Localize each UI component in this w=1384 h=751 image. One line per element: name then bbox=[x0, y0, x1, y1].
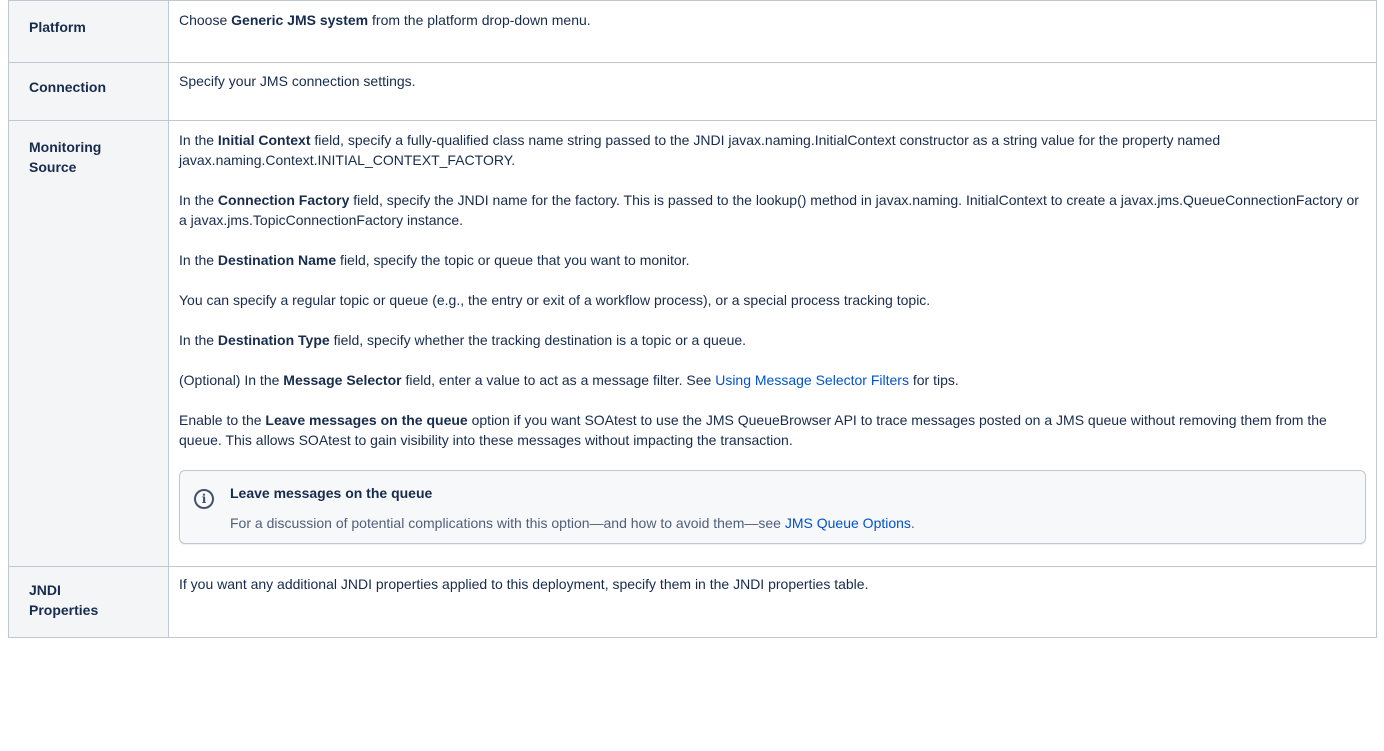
keyword: Leave messages on the queue bbox=[265, 412, 468, 428]
paragraph-topic-or-queue: You can specify a regular topic or queue… bbox=[179, 292, 931, 308]
row-body-connection: Specify your JMS connection settings. bbox=[168, 62, 1377, 121]
keyword: Destination Type bbox=[217, 332, 330, 348]
row-header-monitoring-source: Monitoring Source bbox=[8, 120, 169, 567]
info-panel-text: For a discussion of potential complicati… bbox=[230, 515, 915, 531]
row-body-jndi-properties: If you want any additional JNDI properti… bbox=[168, 566, 1377, 638]
paragraph-destination-name: In the Destination Name field, specify t… bbox=[179, 252, 690, 268]
paragraph-destination-type: In the Destination Type field, specify w… bbox=[179, 332, 747, 348]
row-jndi-properties: JNDI Properties If you want any additiona… bbox=[8, 566, 1377, 638]
info-panel-title: Leave messages on the queue bbox=[230, 485, 433, 501]
paragraph-initial-context: In the Initial Context field, specify a … bbox=[179, 132, 1221, 168]
keyword: Destination Name bbox=[217, 252, 337, 268]
info-panel-body: Leave messages on the queue For a discus… bbox=[230, 483, 1351, 533]
paragraph-connection-factory: In the Connection Factory field, specify… bbox=[179, 192, 1359, 228]
row-monitoring-source: Monitoring Source In the Initial Context … bbox=[8, 120, 1377, 567]
paragraph-leave-messages: Enable to the Leave messages on the queu… bbox=[179, 412, 1327, 448]
link-jms-queue-options[interactable]: JMS Queue Options bbox=[785, 515, 911, 531]
keyword: Connection Factory bbox=[217, 192, 350, 208]
keyword: Initial Context bbox=[217, 132, 311, 148]
row-platform: Platform Choose Generic JMS system from … bbox=[8, 0, 1377, 63]
row-header-connection: Connection bbox=[8, 62, 169, 121]
info-panel: i Leave messages on the queue For a disc… bbox=[179, 470, 1366, 544]
row-header-jndi-properties: JNDI Properties bbox=[8, 566, 169, 638]
keyword: Message Selector bbox=[283, 372, 402, 388]
paragraph-message-selector: (Optional) In the Message Selector field… bbox=[179, 372, 959, 388]
info-icon: i bbox=[194, 489, 214, 509]
row-connection: Connection Specify your JMS connection s… bbox=[8, 62, 1377, 121]
link-message-selector-filters[interactable]: Using Message Selector Filters bbox=[715, 372, 909, 388]
row-body-monitoring-source: In the Initial Context field, specify a … bbox=[168, 120, 1377, 567]
row-header-platform: Platform bbox=[8, 0, 169, 63]
row-body-platform: Choose Generic JMS system from the platf… bbox=[168, 0, 1377, 63]
keyword: Generic JMS system bbox=[231, 12, 369, 28]
settings-table: Platform Choose Generic JMS system from … bbox=[8, 0, 1377, 638]
